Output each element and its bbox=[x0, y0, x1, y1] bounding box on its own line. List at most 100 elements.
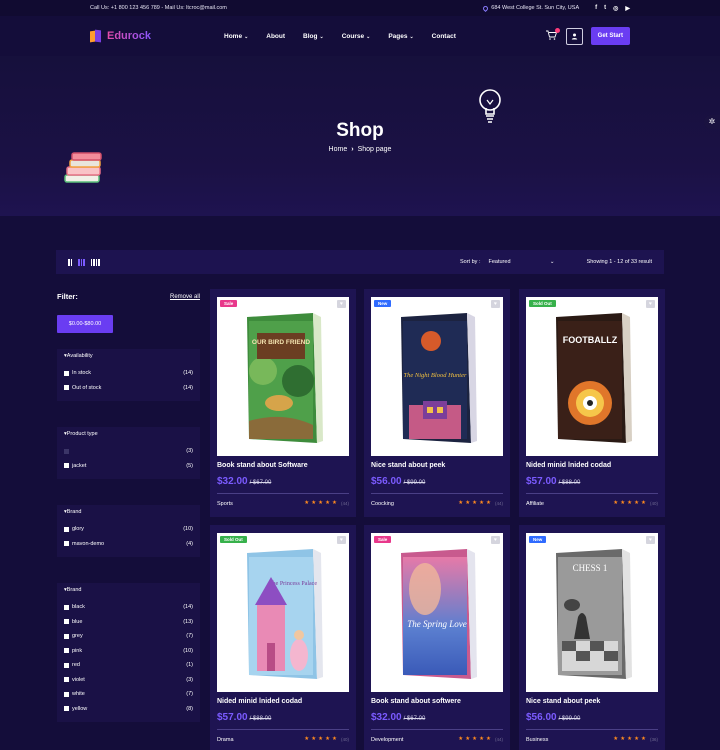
product-price: $32.00/ $67.00 bbox=[217, 476, 272, 487]
filter-option[interactable]: grey (7) bbox=[64, 629, 193, 644]
grid-2-view-icon[interactable] bbox=[68, 258, 72, 266]
filter-option[interactable]: yellow (8) bbox=[64, 702, 193, 717]
star-icon: ★ bbox=[311, 736, 317, 742]
nav-home[interactable]: Home ⌄ bbox=[224, 33, 248, 40]
filter-group-title[interactable]: Product type bbox=[64, 431, 193, 437]
rating: ★ ★ ★ ★ ★ (40) bbox=[613, 500, 658, 506]
instagram-icon[interactable]: ◎ bbox=[613, 5, 618, 12]
price-range-chip[interactable]: $0.00-$80.00 bbox=[57, 315, 113, 333]
filter-group-title[interactable]: Availability bbox=[64, 353, 193, 359]
product-image[interactable]: The Spring Love Sale ♥ bbox=[371, 533, 503, 692]
product-card[interactable]: FOOTBALLZ Sold Out ♥ Nided minid lnided … bbox=[519, 289, 665, 517]
filter-option[interactable]: Out of stock (14) bbox=[64, 381, 193, 396]
facebook-icon[interactable]: f bbox=[595, 5, 597, 12]
logo[interactable]: Edurock bbox=[90, 29, 152, 43]
sort-select[interactable]: Featured ⌄ bbox=[488, 259, 554, 265]
star-icon: ★ bbox=[332, 736, 337, 742]
star-icon: ★ bbox=[620, 500, 626, 506]
nav-blog[interactable]: Blog ⌄ bbox=[303, 33, 324, 40]
product-title[interactable]: Book stand about softwere bbox=[371, 698, 461, 705]
old-price: / $88.00 bbox=[558, 480, 581, 486]
wishlist-icon[interactable]: ♥ bbox=[337, 536, 346, 544]
user-account-button[interactable] bbox=[565, 27, 583, 45]
product-image[interactable]: The Princess Palace Sold Out ♥ bbox=[217, 533, 349, 692]
filter-option[interactable]: jacket (5) bbox=[64, 459, 193, 474]
star-icon: ★ bbox=[472, 736, 478, 742]
filter-option[interactable]: (3) bbox=[64, 444, 193, 459]
product-title[interactable]: Book stand about Software bbox=[217, 462, 308, 469]
review-count: (40) bbox=[649, 500, 658, 506]
product-title[interactable]: Nice stand about peek bbox=[371, 462, 445, 469]
remove-all-link[interactable]: Remove all bbox=[170, 294, 200, 300]
brand-name: Edurock bbox=[107, 30, 152, 42]
star-icon: ★ bbox=[318, 736, 324, 742]
grid-3-view-icon[interactable] bbox=[78, 258, 85, 266]
cart-icon[interactable] bbox=[546, 28, 560, 42]
product-card[interactable]: CHESS 1 New ♥ Nice stand about peek $56.… bbox=[519, 525, 665, 750]
product-category[interactable]: Sports bbox=[217, 501, 233, 507]
address-text: 684 West College St. Sun City, USA bbox=[491, 5, 580, 11]
product-price: $32.00/ $67.00 bbox=[371, 712, 426, 723]
new-badge: New bbox=[529, 536, 547, 543]
filter-group-title[interactable]: Brand bbox=[64, 509, 193, 515]
youtube-icon[interactable]: ▶ bbox=[625, 5, 630, 12]
filter-option[interactable]: In stock (14) bbox=[64, 366, 193, 381]
product-card[interactable]: The Night Blood Hunter New ♥ Nice stand … bbox=[364, 289, 510, 517]
product-price: $56.00/ $99.00 bbox=[371, 476, 426, 487]
twitter-icon[interactable]: t bbox=[604, 5, 606, 12]
product-category[interactable]: Coocking bbox=[371, 501, 394, 507]
cover-text: The Night Blood Hunter bbox=[403, 372, 466, 379]
filter-option[interactable]: blue (13) bbox=[64, 615, 193, 630]
breadcrumb-home[interactable]: Home bbox=[329, 146, 348, 153]
product-title[interactable]: Nided minid lnided codad bbox=[526, 462, 611, 469]
nav-about[interactable]: About bbox=[266, 33, 285, 40]
filter-option[interactable]: black (14) bbox=[64, 600, 193, 615]
nav-pages[interactable]: Pages ⌄ bbox=[388, 33, 413, 40]
product-category[interactable]: Drama bbox=[217, 737, 234, 743]
product-image[interactable]: FOOTBALLZ Sold Out ♥ bbox=[526, 297, 658, 456]
filter-group-product-type: Product type (3) jacket(5) bbox=[57, 427, 200, 479]
product-image[interactable]: OUR BIRD FRIEND Sale ♥ bbox=[217, 297, 349, 456]
product-category[interactable]: Affiliate bbox=[526, 501, 544, 507]
product-image[interactable]: The Night Blood Hunter New ♥ bbox=[371, 297, 503, 456]
product-card[interactable]: The Princess Palace Sold Out ♥ Nided min… bbox=[210, 525, 356, 750]
nav-course[interactable]: Course ⌄ bbox=[342, 33, 371, 40]
filter-option[interactable]: mavon-demo (4) bbox=[64, 537, 193, 552]
wishlist-icon[interactable]: ♥ bbox=[337, 300, 346, 308]
cart-badge bbox=[554, 28, 560, 33]
get-start-button[interactable]: Get Start bbox=[590, 27, 630, 45]
filter-option[interactable]: white (7) bbox=[64, 687, 193, 702]
product-card[interactable]: OUR BIRD FRIEND Sale ♥ Book stand about … bbox=[210, 289, 356, 517]
filter-option[interactable]: glory (10) bbox=[64, 522, 193, 537]
grid-4-view-icon[interactable] bbox=[90, 258, 100, 266]
book-cover-image: CHESS 1 bbox=[556, 549, 632, 679]
view-switcher bbox=[68, 258, 100, 266]
sort-label: Sort by : bbox=[460, 259, 481, 265]
filter-option[interactable]: pink (10) bbox=[64, 644, 193, 659]
checkbox bbox=[64, 691, 69, 697]
cover-text: FOOTBALLZ bbox=[563, 335, 618, 345]
filter-option[interactable]: violet (3) bbox=[64, 673, 193, 688]
breadcrumb-current: Shop page bbox=[357, 146, 392, 153]
old-price: / $99.00 bbox=[403, 480, 426, 486]
product-title[interactable]: Nided minid lnided codad bbox=[217, 698, 302, 705]
nav-contact[interactable]: Contact bbox=[432, 33, 456, 40]
wishlist-icon[interactable]: ♥ bbox=[646, 300, 655, 308]
wishlist-icon[interactable]: ♥ bbox=[491, 536, 500, 544]
filter-option[interactable]: red (1) bbox=[64, 658, 193, 673]
star-icon: ★ bbox=[627, 736, 633, 742]
wishlist-icon[interactable]: ♥ bbox=[646, 536, 655, 544]
product-image[interactable]: CHESS 1 New ♥ bbox=[526, 533, 658, 692]
product-category[interactable]: Business bbox=[526, 737, 548, 743]
wishlist-icon[interactable]: ♥ bbox=[491, 300, 500, 308]
product-category[interactable]: Development bbox=[371, 737, 403, 743]
product-card[interactable]: The Spring Love Sale ♥ Book stand about … bbox=[364, 525, 510, 750]
filter-group-title[interactable]: Brand bbox=[64, 587, 193, 593]
product-title[interactable]: Nice stand about peek bbox=[526, 698, 600, 705]
product-price: $57.00/ $88.00 bbox=[526, 476, 581, 487]
divider bbox=[217, 493, 349, 494]
settings-gear-icon[interactable]: ✲ bbox=[704, 115, 720, 129]
chevron-down-icon: ⌄ bbox=[319, 33, 324, 40]
checkbox bbox=[64, 677, 69, 683]
star-icon: ★ bbox=[304, 500, 310, 506]
